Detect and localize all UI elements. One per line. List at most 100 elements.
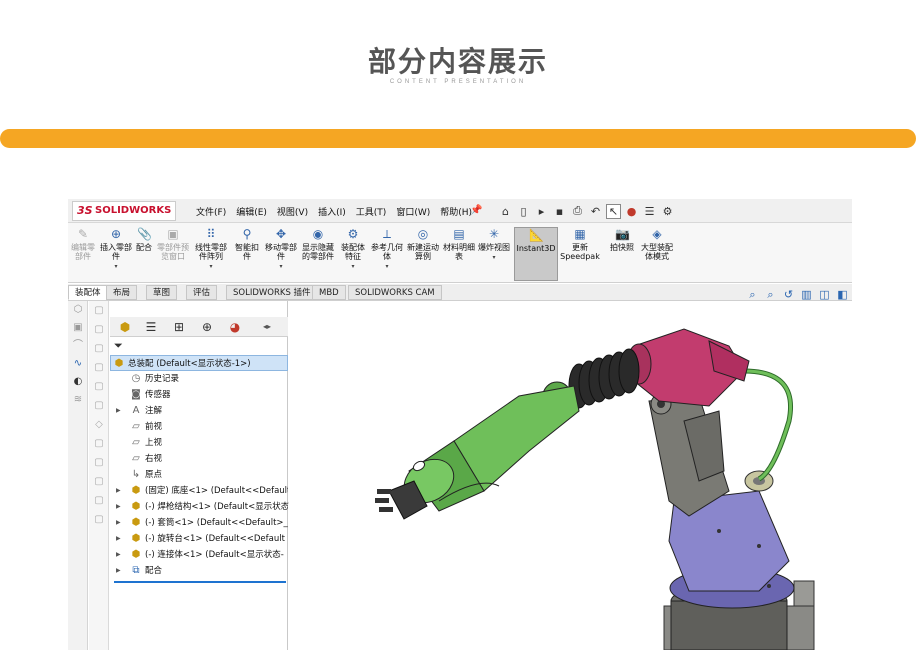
- tab-sketch[interactable]: 草图: [146, 285, 178, 300]
- tab-evaluate[interactable]: 评估: [186, 285, 218, 300]
- snapshot-button[interactable]: 📷 拍快照: [608, 227, 636, 281]
- pin-icon[interactable]: 📌: [470, 205, 482, 216]
- tree-item-right-plane[interactable]: ▱ 右视: [110, 451, 288, 467]
- select-cursor-icon[interactable]: ↖: [606, 203, 621, 219]
- exploded-view-button[interactable]: ✳ 爆炸视图 ▾: [478, 227, 510, 281]
- strip-icon-12[interactable]: ▢: [89, 510, 109, 529]
- coil-icon[interactable]: ≋: [68, 391, 88, 409]
- spring-icon[interactable]: ∿: [68, 355, 88, 373]
- menu-tools[interactable]: 工具(T): [356, 205, 387, 218]
- tab-assembly[interactable]: 装配体: [68, 285, 108, 300]
- section-view-icon[interactable]: ▥: [799, 287, 814, 302]
- assembly-features-button[interactable]: ⚙ 装配体特征 ▾: [338, 227, 368, 281]
- tree-item-sensors[interactable]: ◙ 传感器: [110, 387, 288, 403]
- instant3d-button[interactable]: 📐 Instant3D: [514, 227, 558, 281]
- tree-item-part[interactable]: ▶ ⬢ (固定) 底座<1> (Default<<Default: [110, 483, 288, 499]
- feature-manager-tab-icon[interactable]: ⬢: [114, 318, 136, 336]
- expand-arrow-icon[interactable]: ▶: [116, 547, 124, 563]
- menu-help[interactable]: 帮助(H): [440, 205, 472, 218]
- tree-item-origin[interactable]: ↳ 原点: [110, 467, 288, 483]
- tab-solidworks-addins[interactable]: SOLIDWORKS 插件: [226, 285, 318, 300]
- assembly-features-icon: ⚙: [347, 227, 359, 241]
- bill-of-materials-button[interactable]: ▤ 材料明细表: [442, 227, 476, 281]
- property-manager-tab-icon[interactable]: ☰: [140, 318, 162, 336]
- expand-arrow-icon[interactable]: ▶: [116, 483, 124, 499]
- tab-mbd[interactable]: MBD: [312, 285, 346, 300]
- rebuild-traffic-light-icon[interactable]: ●: [624, 204, 639, 219]
- joint-pin: [744, 470, 774, 492]
- green-spring-link: [743, 368, 793, 482]
- expand-arrow-icon[interactable]: ▶: [116, 531, 124, 547]
- tree-item-annotations[interactable]: ▶ A 注解: [110, 403, 288, 419]
- expand-arrow-icon[interactable]: ▶: [116, 499, 124, 515]
- tree-item-part[interactable]: ▶ ⬢ (-) 套筒<1> (Default<<Default>_: [110, 515, 288, 531]
- strip-icon-9[interactable]: ▢: [89, 453, 109, 472]
- expand-arrow-icon[interactable]: ▶: [116, 403, 124, 419]
- menu-insert[interactable]: 插入(I): [318, 205, 346, 218]
- insert-component-button[interactable]: ⊕ 插入零部件 ▾: [100, 227, 132, 281]
- new-document-icon[interactable]: ▯: [516, 204, 531, 219]
- tree-item-part[interactable]: ▶ ⬢ (-) 连接体<1> (Default<显示状态-: [110, 547, 288, 563]
- part-icon[interactable]: ▣: [68, 319, 88, 337]
- expand-arrow-icon[interactable]: ▶: [116, 563, 124, 579]
- open-icon[interactable]: ▸: [534, 204, 549, 219]
- filter-icon[interactable]: ⏷: [114, 339, 123, 353]
- update-speedpak-button[interactable]: ▦ 更新Speedpak: [560, 227, 600, 281]
- tree-item-part[interactable]: ▶ ⬢ (-) 旋转台<1> (Default<<Default: [110, 531, 288, 547]
- annotation-icon: A: [132, 405, 140, 416]
- show-hidden-components-button[interactable]: ◉ 显示隐藏的零部件: [301, 227, 335, 281]
- appearance-icon[interactable]: ◐: [68, 373, 88, 391]
- fastener-icon: ⚲: [242, 227, 252, 241]
- edit-component-button[interactable]: ✎ 编辑零部件: [68, 227, 98, 281]
- strip-icon-4[interactable]: ▢: [89, 358, 109, 377]
- strip-icon-6[interactable]: ▢: [89, 396, 109, 415]
- move-component-button[interactable]: ✥ 移动零部件 ▾: [264, 227, 298, 281]
- strip-icon-7[interactable]: ◇: [89, 415, 109, 434]
- display-style-icon[interactable]: ◧: [835, 287, 850, 302]
- sketch-icon[interactable]: ⌒: [68, 337, 88, 355]
- strip-icon-3[interactable]: ▢: [89, 339, 109, 358]
- expand-arrow-icon[interactable]: ▶: [116, 515, 124, 531]
- strip-icon-1[interactable]: ▢: [89, 301, 109, 320]
- mate-button[interactable]: 📎 配合: [133, 227, 155, 281]
- strip-icon-8[interactable]: ▢: [89, 434, 109, 453]
- strip-icon-5[interactable]: ▢: [89, 377, 109, 396]
- previous-view-icon[interactable]: ↺: [781, 287, 796, 302]
- view-orientation-icon[interactable]: ◫: [817, 287, 832, 302]
- zoom-to-fit-icon[interactable]: ⌕: [745, 287, 760, 302]
- tab-solidworks-cam[interactable]: SOLIDWORKS CAM: [348, 285, 442, 300]
- reference-geometry-button[interactable]: ⟂ 参考几何体 ▾: [370, 227, 404, 281]
- zoom-to-area-icon[interactable]: ⌕: [763, 287, 778, 302]
- strip-icon-2[interactable]: ▢: [89, 320, 109, 339]
- menu-file[interactable]: 文件(F): [196, 205, 226, 218]
- configuration-manager-tab-icon[interactable]: ⊞: [168, 318, 190, 336]
- print-icon[interactable]: ⎙: [570, 204, 585, 219]
- tab-layout[interactable]: 布局: [106, 285, 138, 300]
- tree-item-part[interactable]: ▶ ⬢ (-) 焊枪结构<1> (Default<显示状态: [110, 499, 288, 515]
- menu-window[interactable]: 窗口(W): [396, 205, 430, 218]
- display-manager-tab-icon[interactable]: ◕: [224, 318, 246, 336]
- tree-item-top-plane[interactable]: ▱ 上视: [110, 435, 288, 451]
- component-preview-button[interactable]: ▣ 零部件预览窗口: [156, 227, 190, 281]
- home-icon[interactable]: ⌂: [498, 204, 513, 219]
- undo-icon[interactable]: ↶: [588, 204, 603, 219]
- strip-icon-10[interactable]: ▢: [89, 472, 109, 491]
- smart-fasteners-button[interactable]: ⚲ 智能扣件: [232, 227, 262, 281]
- tree-item-front-plane[interactable]: ▱ 前视: [110, 419, 288, 435]
- menu-edit[interactable]: 编辑(E): [236, 205, 267, 218]
- gear-icon[interactable]: ⚙: [660, 204, 675, 219]
- new-motion-study-button[interactable]: ◎ 新建运动算例: [406, 227, 440, 281]
- strip-icon-11[interactable]: ▢: [89, 491, 109, 510]
- file-properties-icon[interactable]: ☰: [642, 204, 657, 219]
- dimxpert-tab-icon[interactable]: ⊕: [196, 318, 218, 336]
- tree-root-assembly[interactable]: ⬢ 总装配 (Default<显示状态-1>): [110, 355, 288, 371]
- menu-view[interactable]: 视图(V): [277, 205, 308, 218]
- cube-icon[interactable]: ⬡: [68, 301, 88, 319]
- save-icon[interactable]: ▪: [552, 204, 567, 219]
- tree-item-mates[interactable]: ▶ ⧉ 配合: [110, 563, 288, 579]
- linear-pattern-button[interactable]: ⠿ 线性零部件阵列 ▾: [192, 227, 230, 281]
- tree-item-history[interactable]: ◷ 历史记录: [110, 371, 288, 387]
- graphics-area[interactable]: [289, 301, 852, 650]
- large-assembly-mode-button[interactable]: ◈ 大型装配体模式: [640, 227, 674, 281]
- panel-scroll-arrows-icon[interactable]: ◂▸: [256, 318, 278, 336]
